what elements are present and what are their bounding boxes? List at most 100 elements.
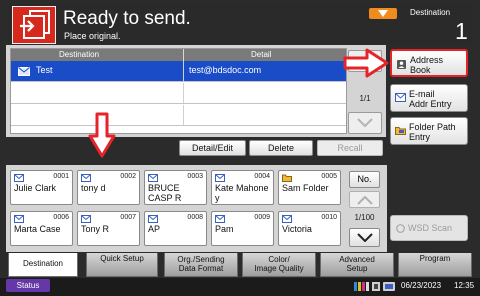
one-touch-key-name: Kate Mahone y	[215, 183, 269, 203]
destination-page-indicator: 1/1	[359, 94, 371, 103]
destination-row[interactable]	[11, 83, 346, 104]
one-touch-key-number: 0005	[321, 173, 337, 180]
one-touch-key[interactable]: 0010 Victoria	[278, 211, 341, 246]
folder-entry-label-line2: Entry	[409, 132, 431, 142]
column-divider	[183, 61, 184, 81]
page-subtitle: Place original.	[64, 31, 121, 41]
tab-destination[interactable]: Destination	[8, 253, 78, 277]
destination-expand-button[interactable]	[369, 8, 397, 19]
one-touch-key-number: 0001	[53, 173, 69, 180]
device-status-icons	[354, 282, 395, 291]
folder-icon	[282, 174, 292, 182]
scroll-down-button[interactable]	[348, 112, 382, 134]
one-touch-key-name: Julie Clark	[14, 183, 57, 193]
status-date: 06/23/2023	[401, 281, 442, 290]
one-touch-key-name: Marta Case	[14, 224, 61, 234]
tab-program[interactable]: Program	[398, 253, 472, 277]
one-touch-key[interactable]: 0001 Julie Clark	[10, 170, 73, 205]
one-touch-key[interactable]: 0005 Sam Folder	[278, 170, 341, 205]
detail-edit-button[interactable]: Detail/Edit	[179, 140, 246, 156]
one-touch-key-number: 0009	[254, 214, 270, 221]
destination-detail: test@bdsdoc.com	[189, 65, 262, 75]
mail-icon	[14, 174, 24, 182]
wsd-scan-label: WSD Scan	[408, 223, 453, 233]
one-touch-key[interactable]: 0006 Marta Case	[10, 211, 73, 246]
one-touch-key[interactable]: 0002 tony d	[77, 170, 140, 205]
one-touch-key-name: Tony R	[81, 224, 110, 234]
folder-entry-label-line1: Folder Path	[409, 122, 456, 132]
status-button[interactable]: Status	[6, 279, 50, 292]
function-tab-bar: Destination Quick Setup Org./Sending Dat…	[6, 253, 476, 277]
mail-icon	[215, 174, 225, 182]
mail-icon	[148, 215, 158, 223]
mail-icon	[395, 93, 406, 102]
mail-icon	[81, 215, 91, 223]
address-book-label-line2: Book	[410, 65, 431, 75]
one-touch-key-number: 0002	[120, 173, 136, 180]
chevron-down-icon	[357, 118, 373, 128]
recall-button[interactable]: Recall	[317, 140, 383, 156]
red-arrow-down-icon	[88, 112, 116, 158]
destination-table-header: Destination Detail	[11, 49, 346, 61]
one-touch-key-number: 0004	[254, 173, 270, 180]
wsd-scan-icon	[396, 224, 405, 233]
one-touch-key[interactable]: 0003 BRUCE CASP R	[144, 170, 207, 205]
one-touch-key-number: 0003	[187, 173, 203, 180]
mail-icon	[81, 174, 91, 182]
destination-count-label: Destination	[410, 8, 451, 17]
keys-scroll-down-button[interactable]	[349, 228, 380, 247]
column-divider	[183, 105, 184, 125]
address-book-label-line1: Address	[410, 55, 444, 65]
wsd-scan-button[interactable]: WSD Scan	[390, 215, 468, 241]
keys-scroll-up-button[interactable]	[349, 191, 380, 208]
one-touch-key-number: 0007	[120, 214, 136, 221]
email-address-entry-button[interactable]: E-mail Addr Entry	[390, 84, 468, 112]
folder-path-entry-button[interactable]: Folder Path Entry	[390, 117, 468, 145]
red-arrow-right-icon	[343, 48, 389, 78]
column-divider	[183, 83, 184, 103]
one-touch-key-name: tony d	[81, 183, 106, 193]
number-search-button[interactable]: No.	[349, 171, 380, 188]
send-status-icon	[12, 6, 56, 44]
destination-table: Destination Detail Test test@bdsdoc.com	[10, 48, 347, 134]
one-touch-key-name: Victoria	[282, 224, 312, 234]
destination-row[interactable]	[11, 105, 346, 126]
one-touch-key-name: Pam	[215, 224, 234, 234]
one-touch-key[interactable]: 0004 Kate Mahone y	[211, 170, 274, 205]
one-touch-key-number: 0008	[187, 214, 203, 221]
address-book-button[interactable]: Address Book	[390, 49, 468, 77]
folder-icon	[395, 127, 406, 135]
email-entry-label-line1: E-mail	[409, 89, 435, 99]
address-book-icon	[397, 60, 406, 69]
destination-row[interactable]: Test test@bdsdoc.com	[11, 61, 346, 82]
email-entry-label-line2: Addr Entry	[409, 99, 452, 109]
destination-panel: Destination Detail Test test@bdsdoc.com	[6, 45, 386, 137]
control-panel-screen: Ready to send. Place original. Destinati…	[0, 0, 480, 296]
mail-icon	[14, 215, 24, 223]
tab-org-sending-data-format[interactable]: Org./Sending Data Format	[164, 253, 238, 277]
mail-icon	[215, 215, 225, 223]
keys-page-indicator: 1/100	[354, 213, 375, 222]
chevron-down-icon	[357, 233, 373, 242]
tab-advanced-setup[interactable]: Advanced Setup	[320, 253, 394, 277]
destination-name: Test	[36, 65, 53, 75]
one-touch-key-name: Sam Folder	[282, 183, 329, 193]
mail-icon	[282, 215, 292, 223]
one-touch-key[interactable]: 0007 Tony R	[77, 211, 140, 246]
delete-button[interactable]: Delete	[249, 140, 313, 156]
one-touch-key[interactable]: 0009 Pam	[211, 211, 274, 246]
one-touch-key-number: 0010	[321, 214, 337, 221]
one-touch-key[interactable]: 0008 AP	[144, 211, 207, 246]
tab-color-image-quality[interactable]: Color/ Image Quality	[242, 253, 316, 277]
one-touch-key-number: 0006	[53, 214, 69, 221]
column-divider	[183, 49, 184, 61]
destination-count: 1	[455, 18, 468, 44]
chevron-up-icon	[357, 196, 373, 205]
page-title: Ready to send.	[63, 8, 191, 29]
status-bar: Status 06/23/2023 12:35	[0, 278, 480, 296]
tab-quick-setup[interactable]: Quick Setup	[86, 253, 158, 277]
mail-icon	[148, 174, 158, 182]
chevron-down-icon	[378, 10, 388, 17]
one-touch-key-name: BRUCE CASP R	[148, 183, 182, 203]
one-touch-key-name: AP	[148, 224, 161, 234]
